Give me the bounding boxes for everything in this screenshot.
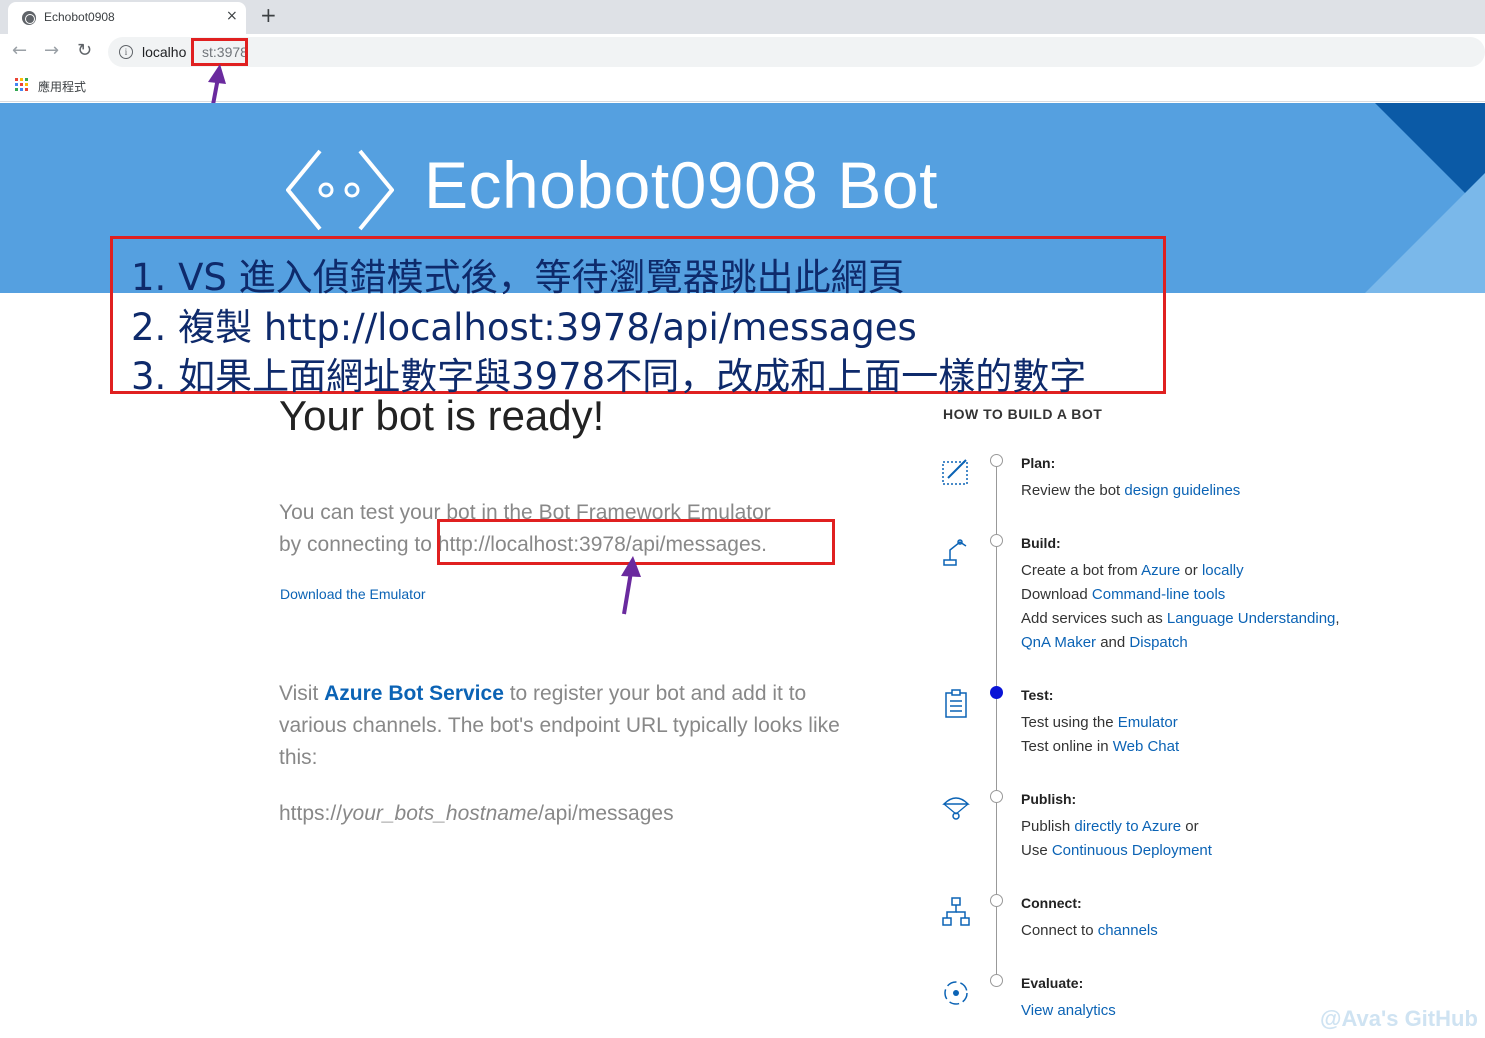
build-text: Create a bot from (1021, 562, 1142, 579)
apps-bookmark[interactable]: 應用程式 (38, 78, 86, 95)
continuous-deployment-link[interactable]: Continuous Deployment (1052, 842, 1212, 859)
tab-strip: Echobot0908 × + (0, 0, 1485, 34)
banner-corner-light (1365, 173, 1485, 293)
instruction-box: 1. VS 進入偵錯模式後，等待瀏覽器跳出此網頁 2. 複製 http://lo… (110, 236, 1166, 398)
design-guidelines-link[interactable]: design guidelines (1124, 482, 1240, 499)
apps-grid-icon[interactable] (15, 78, 29, 92)
instruction-line-3: 3. 如果上面網址數字與3978不同，改成和上面一樣的數字 (131, 355, 1087, 398)
channels-link[interactable]: channels (1098, 922, 1158, 939)
instruction-line-2: 2. 複製 http://localhost:3978/api/messages (131, 306, 917, 349)
publish-text: Publish (1021, 818, 1075, 835)
close-tab-icon[interactable]: × (226, 8, 238, 24)
test-text: Test online in (1021, 738, 1113, 755)
build-text: , (1335, 610, 1340, 627)
port-highlight-box (191, 38, 248, 66)
url-host: localho (142, 44, 187, 60)
howto-title: HOW TO BUILD A BOT (943, 406, 1103, 422)
connect-text: Connect to (1021, 922, 1098, 939)
endpoint-prefix: https:// (279, 802, 343, 825)
address-bar[interactable]: i localho st:3978 (108, 37, 1485, 67)
build-text: Download (1021, 586, 1092, 603)
network-icon (942, 897, 970, 926)
step-dot (990, 894, 1003, 907)
locally-link[interactable]: locally (1202, 562, 1244, 579)
qna-maker-link[interactable]: QnA Maker (1021, 634, 1096, 651)
clipboard-checklist-icon (945, 689, 967, 718)
step-dot-active (990, 686, 1003, 699)
arrow-up-icon (621, 556, 641, 615)
watermark: @Ava's GitHub (1320, 1006, 1478, 1031)
tab-echobot[interactable]: Echobot0908 × (8, 2, 246, 34)
parachute-icon (942, 797, 970, 820)
plan-text: Review the bot (1021, 482, 1125, 499)
step-body: Connect to channels (1021, 919, 1158, 943)
back-icon[interactable]: ← (12, 40, 27, 61)
dispatch-link[interactable]: Dispatch (1129, 634, 1187, 651)
step-body: View analytics (1021, 999, 1116, 1023)
step-title: Test: (1021, 687, 1054, 703)
command-line-tools-link[interactable]: Command-line tools (1092, 586, 1225, 603)
step-title: Publish: (1021, 791, 1077, 807)
build-text: Add services such as (1021, 610, 1167, 627)
robot-arm-icon (943, 539, 967, 566)
step-title: Connect: (1021, 895, 1082, 911)
pencil-canvas-icon (942, 459, 968, 485)
publish-text: Use (1021, 842, 1052, 859)
intro-prefix: by connecting to (279, 533, 438, 556)
build-text: or (1180, 562, 1202, 579)
step-dot (990, 534, 1003, 547)
page-title: Your bot is ready! (279, 392, 605, 439)
emulator-link[interactable]: Emulator (1118, 714, 1178, 731)
instruction-line-1: 1. VS 進入偵錯模式後，等待瀏覽器跳出此網頁 (131, 256, 905, 299)
azure-bot-service-link[interactable]: Azure Bot Service (324, 682, 504, 705)
reload-icon[interactable]: ↻ (77, 40, 92, 61)
publish-text: or (1181, 818, 1199, 835)
step-body: Create a bot from Azure or locally Downl… (1021, 559, 1340, 655)
visit-text: Visit Azure Bot Service to register your… (279, 678, 879, 774)
test-text: Test using the (1021, 714, 1118, 731)
azure-link[interactable]: Azure (1141, 562, 1180, 579)
globe-icon (22, 11, 36, 25)
step-body: Test using the Emulator Test online in W… (1021, 711, 1179, 759)
endpoint-example: https://your_bots_hostname/api/messages (279, 802, 674, 826)
forward-icon[interactable]: → (44, 40, 59, 61)
tab-title: Echobot0908 (44, 10, 115, 24)
endpoint-hostname: your_bots_hostname (342, 802, 539, 825)
step-title: Plan: (1021, 455, 1056, 471)
web-chat-link[interactable]: Web Chat (1113, 738, 1179, 755)
site-info-icon[interactable]: i (119, 45, 133, 59)
step-dot (990, 454, 1003, 467)
new-tab-button[interactable]: + (260, 3, 277, 27)
step-title: Build: (1021, 535, 1061, 551)
step-dot (990, 790, 1003, 803)
directly-to-azure-link[interactable]: directly to Azure (1074, 818, 1181, 835)
step-dot (990, 974, 1003, 987)
analytics-cycle-icon (944, 981, 968, 1005)
bot-logo-icon (286, 149, 394, 231)
download-emulator-link[interactable]: Download the Emulator (280, 586, 426, 602)
step-title: Evaluate: (1021, 975, 1084, 991)
bot-title: Echobot0908 Bot (424, 148, 938, 222)
visit-prefix: Visit (279, 682, 325, 705)
endpoint-suffix: /api/messages (538, 802, 674, 825)
view-analytics-link[interactable]: View analytics (1021, 1002, 1116, 1019)
step-body: Review the bot design guidelines (1021, 479, 1240, 503)
step-body: Publish directly to Azure or Use Continu… (1021, 815, 1212, 863)
language-understanding-link[interactable]: Language Understanding (1167, 610, 1335, 627)
build-text: and (1096, 634, 1130, 651)
